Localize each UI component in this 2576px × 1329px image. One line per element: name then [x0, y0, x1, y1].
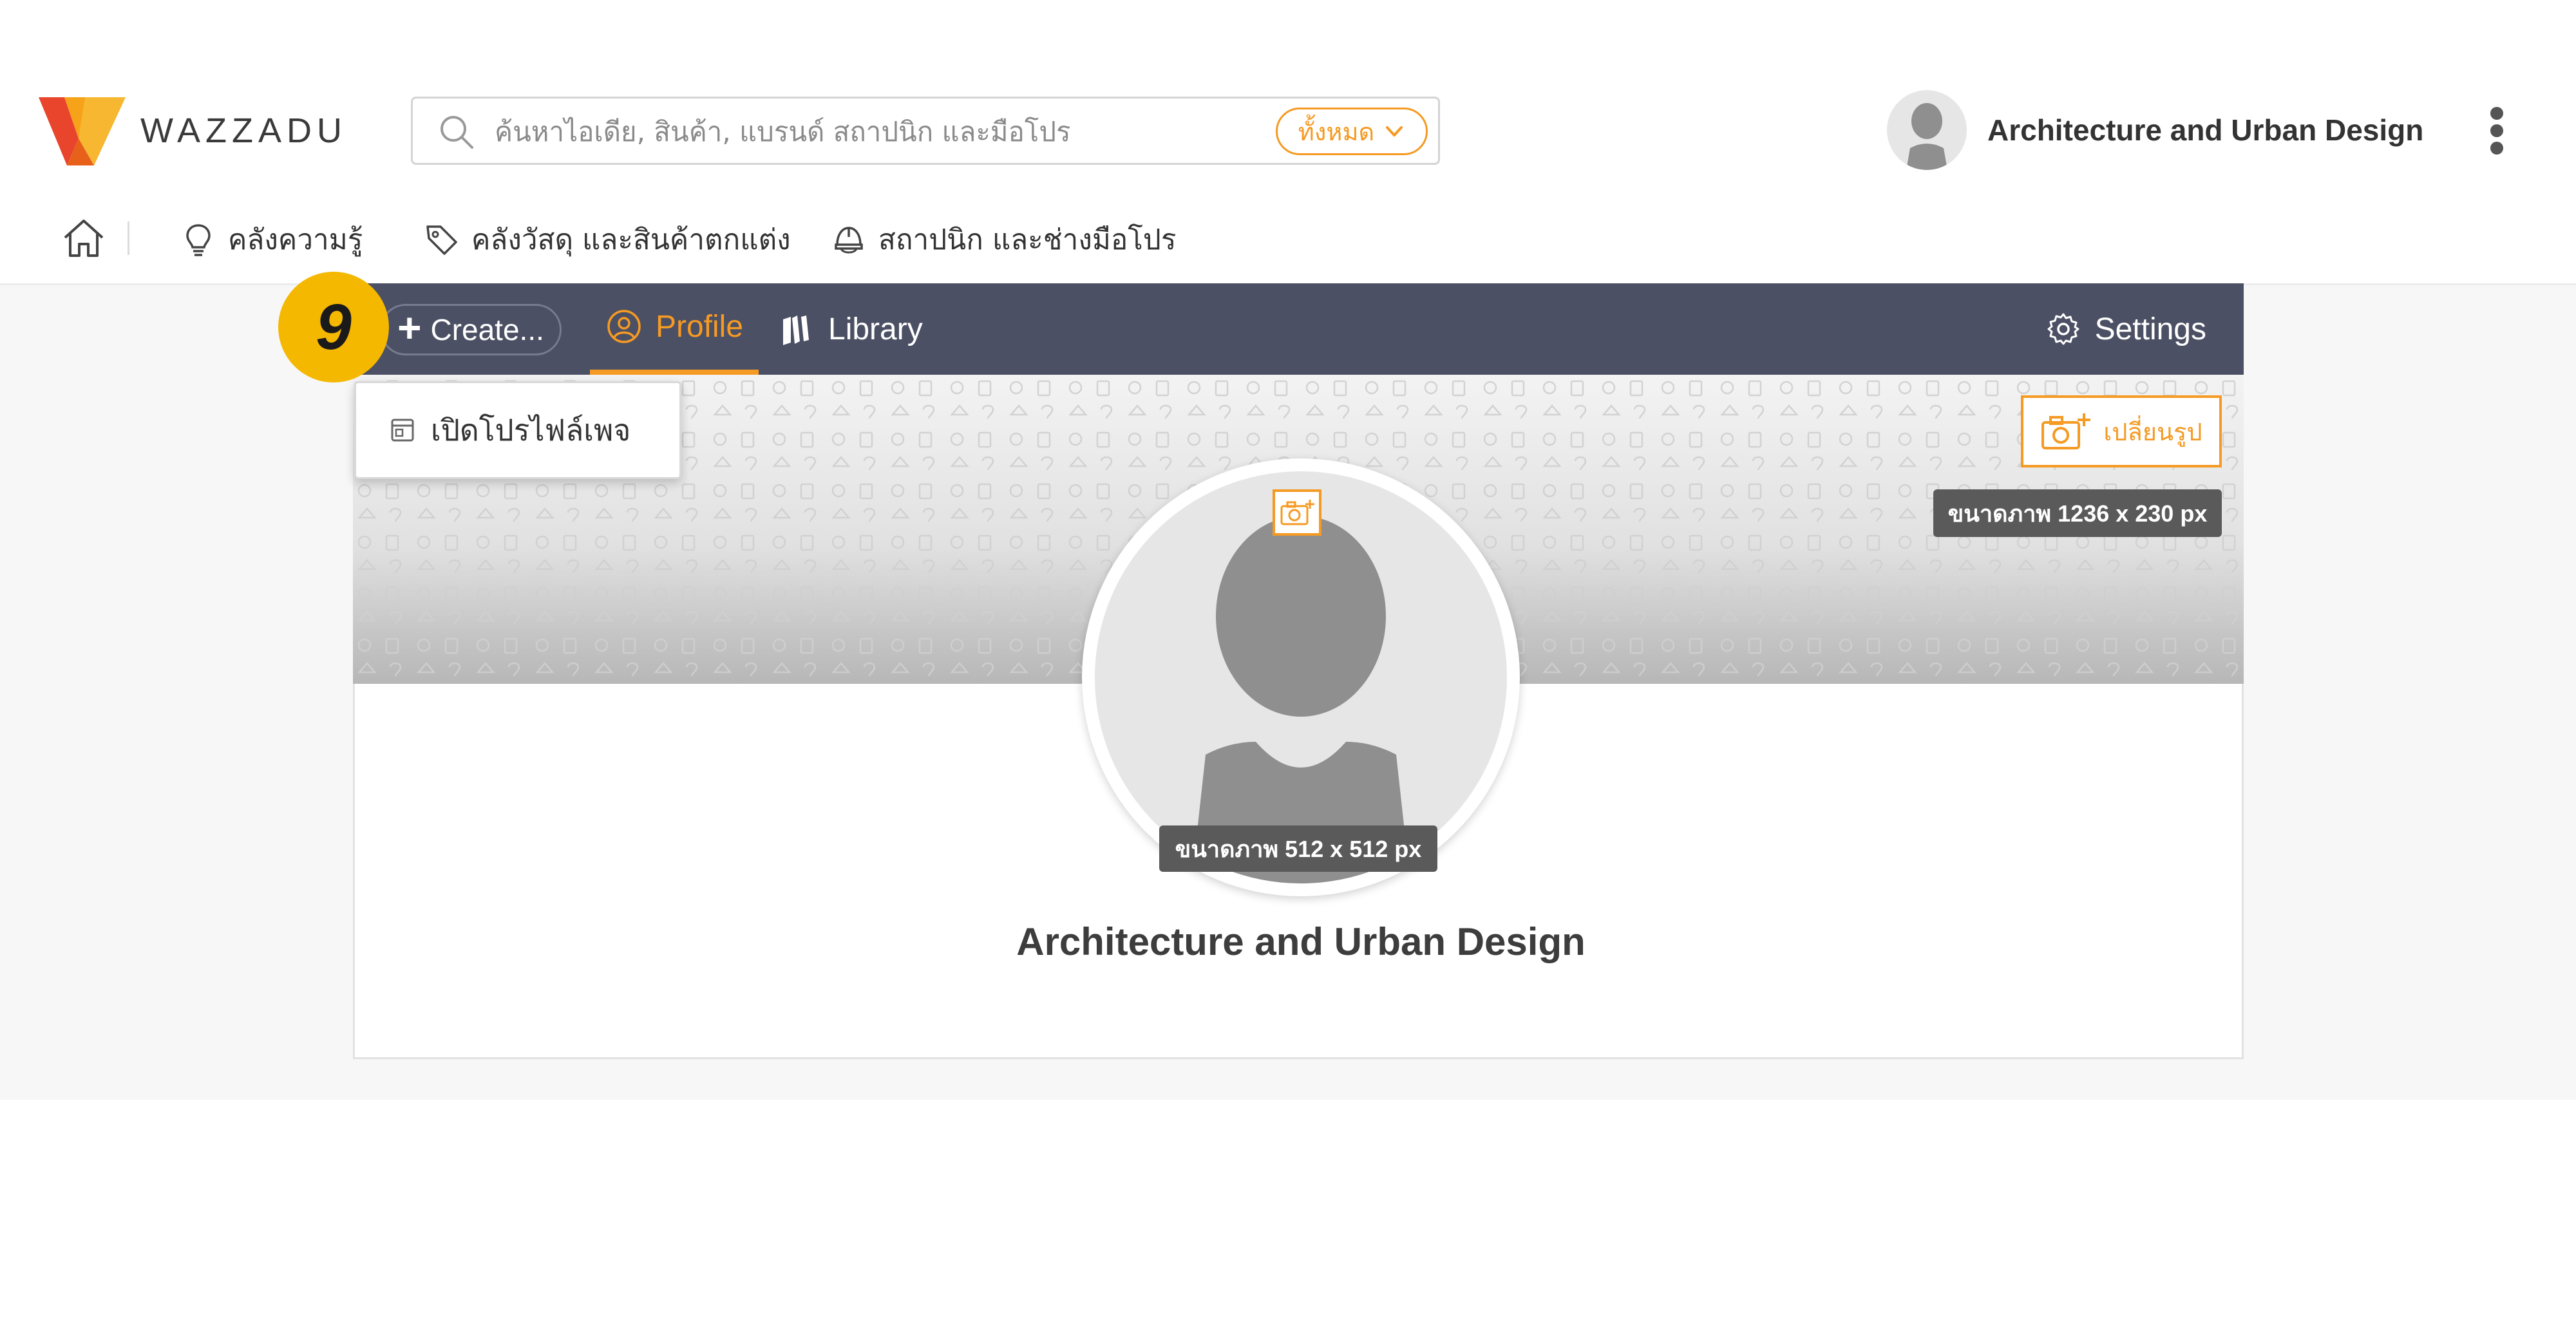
home-icon[interactable]	[61, 216, 106, 261]
wazzadu-logo[interactable]	[39, 93, 126, 165]
user-circle-icon	[607, 310, 641, 343]
settings-label: Settings	[2094, 312, 2206, 346]
books-icon	[783, 316, 809, 345]
main-nav: คลังความรู้ คลังวัสดุ และสินค้าตกแต่ง สถ…	[0, 212, 2576, 283]
nav-divider	[128, 222, 129, 255]
tab-library[interactable]: Library	[778, 283, 923, 375]
nav-item-label: คลังความรู้	[228, 223, 363, 256]
profile-name: Architecture and Urban Design	[1016, 920, 1586, 963]
create-dropdown-menu: เปิดโปรไฟล์เพจ	[354, 381, 681, 479]
search-icon	[440, 116, 473, 149]
create-label: Create...	[430, 313, 544, 346]
change-cover-button[interactable]: เปลี่ยนรูป	[2021, 395, 2222, 467]
page-icon	[391, 419, 414, 442]
tab-label: Library	[828, 312, 923, 346]
nav-item-label: คลังวัสดุ และสินค้าตกแต่ง	[471, 223, 791, 256]
camera-add-icon	[2041, 413, 2091, 449]
top-header: WAZZADU ทั้งหมด Architecture and Urban D…	[0, 0, 2576, 283]
chevron-down-icon	[1386, 126, 1403, 137]
search-filter-dropdown[interactable]: ทั้งหมด	[1276, 108, 1428, 155]
nav-item-materials[interactable]: คลังวัสดุ และสินค้าตกแต่ง	[424, 219, 791, 260]
user-avatar[interactable]	[1887, 90, 1967, 170]
create-button[interactable]: + Create...	[380, 304, 562, 355]
user-name[interactable]: Architecture and Urban Design	[1987, 113, 2423, 147]
filter-label: ทั้งหมด	[1298, 117, 1375, 146]
plus-icon: +	[397, 305, 422, 351]
tab-profile[interactable]: Profile	[590, 283, 759, 375]
brand-name[interactable]: WAZZADU	[140, 111, 347, 151]
nav-item-label: สถาปนิก และช่างมือโปร	[878, 223, 1177, 256]
helmet-icon	[835, 227, 863, 254]
step-number-badge: 9	[278, 272, 389, 382]
user-silhouette-icon	[1906, 103, 1947, 170]
nav-item-knowledge[interactable]: คลังความรู้	[180, 219, 363, 260]
search-bar[interactable]: ทั้งหมด	[411, 97, 1440, 165]
change-avatar-button[interactable]	[1273, 489, 1321, 536]
profile-toolbar: + Create... Profile Library Settings	[353, 283, 2244, 375]
tab-label: Profile	[655, 309, 744, 344]
camera-add-icon	[1280, 500, 1314, 525]
menu-item-open-profile-page[interactable]: เปิดโปรไฟล์เพจ	[431, 407, 630, 454]
tag-icon	[426, 225, 457, 255]
avatar-size-hint: ขนาดภาพ 512 x 512 px	[1159, 825, 1437, 872]
more-menu-icon[interactable]	[2487, 107, 2506, 155]
lightbulb-icon	[186, 224, 211, 256]
nav-item-architects[interactable]: สถาปนิก และช่างมือโปร	[831, 219, 1176, 260]
change-cover-label: เปลี่ยนรูป	[2103, 417, 2202, 446]
search-input[interactable]	[493, 110, 1266, 153]
settings-button[interactable]: Settings	[2045, 283, 2206, 375]
cover-size-hint: ขนาดภาพ 1236 x 230 px	[1933, 489, 2222, 537]
gear-icon	[2047, 313, 2079, 345]
